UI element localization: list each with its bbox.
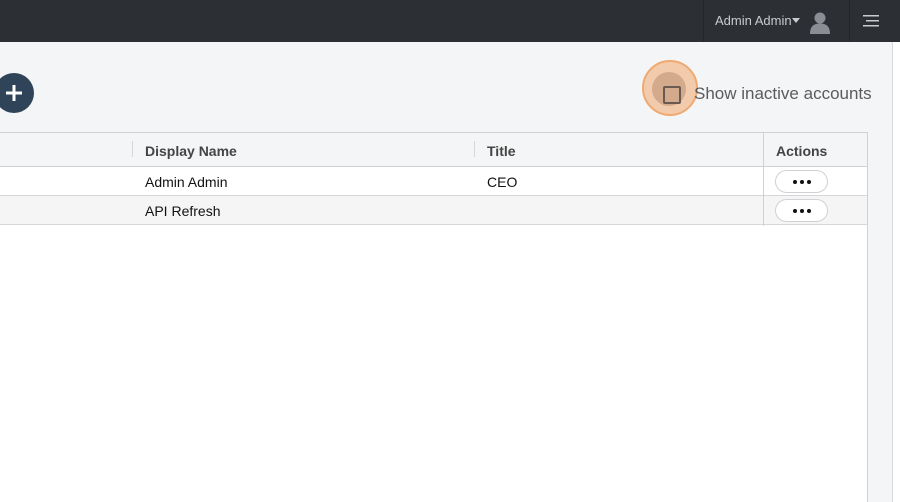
- dot: [806, 179, 811, 184]
- table-header: Display Name Title Actions: [0, 133, 867, 167]
- column-separator: [474, 141, 475, 157]
- column-header-display-name[interactable]: Display Name: [145, 143, 237, 159]
- accounts-table: Display Name Title Actions Admin Admin C…: [0, 132, 868, 502]
- cell-display-name: Admin Admin: [145, 174, 228, 190]
- column-header-title[interactable]: Title: [487, 143, 516, 159]
- table-row[interactable]: API Refresh: [0, 196, 867, 225]
- cell-display-name: API Refresh: [145, 203, 221, 219]
- cell-title: CEO: [487, 174, 518, 190]
- caret-down-icon: [792, 18, 800, 23]
- row-actions-button[interactable]: [775, 170, 828, 193]
- show-inactive-label[interactable]: Show inactive accounts: [694, 84, 872, 104]
- top-navigation-bar: Admin Admin: [0, 0, 900, 42]
- plus-icon: [6, 85, 22, 101]
- dot: [792, 208, 797, 213]
- column-separator: [132, 141, 133, 157]
- table-row[interactable]: Admin Admin CEO: [0, 167, 867, 196]
- row-actions-button[interactable]: [775, 199, 828, 222]
- dot: [799, 179, 804, 184]
- column-header-actions: Actions: [776, 143, 828, 159]
- dot: [799, 208, 804, 213]
- dot: [806, 208, 811, 213]
- show-inactive-checkbox[interactable]: [663, 86, 681, 104]
- dot: [792, 179, 797, 184]
- actions-column-divider: [763, 133, 764, 226]
- user-name: Admin Admin: [715, 13, 792, 28]
- scrollbar-track[interactable]: [892, 42, 900, 502]
- user-icon: [810, 12, 830, 34]
- user-menu[interactable]: Admin Admin: [703, 0, 850, 42]
- show-inactive-toggle[interactable]: Show inactive accounts: [642, 60, 882, 118]
- hamburger-menu-icon[interactable]: [857, 12, 885, 30]
